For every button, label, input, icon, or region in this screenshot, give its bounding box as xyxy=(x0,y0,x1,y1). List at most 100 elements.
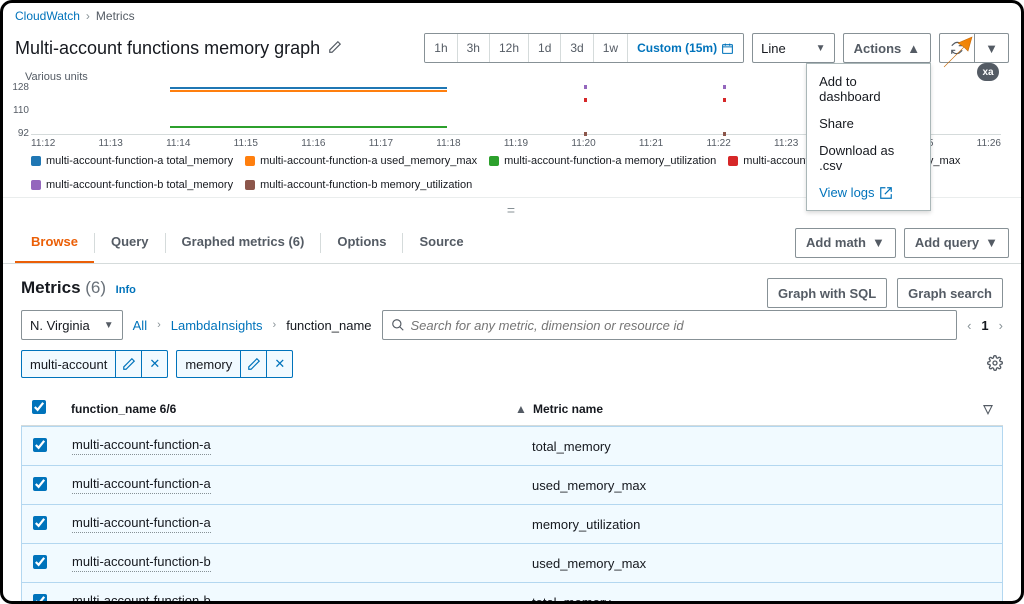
bc-dimension: function_name xyxy=(286,318,371,333)
chip-memory: memory ✕ xyxy=(176,350,293,378)
function-name-cell[interactable]: multi-account-function-a xyxy=(72,437,211,455)
next-page[interactable]: › xyxy=(999,318,1003,333)
time-1h[interactable]: 1h xyxy=(425,34,457,62)
table-row[interactable]: multi-account-function-a used_memory_max xyxy=(21,466,1003,505)
actions-dropdown: Add to dashboard Share Download as .csv … xyxy=(806,63,931,211)
info-link[interactable]: Info xyxy=(116,284,136,296)
pencil-icon xyxy=(328,40,342,54)
metric-name-cell[interactable]: memory_utilization xyxy=(532,517,640,532)
tab-query[interactable]: Query xyxy=(95,222,165,263)
legend-item[interactable]: multi-account-function-a used_memory_max xyxy=(245,155,477,167)
gear-icon xyxy=(987,355,1003,371)
chevron-right-icon: › xyxy=(86,9,90,23)
chip-edit[interactable] xyxy=(115,351,141,377)
page-title: Multi-account functions memory graph xyxy=(15,38,320,59)
add-math-button[interactable]: Add math▼ xyxy=(795,228,896,258)
caret-down-icon: ▼ xyxy=(104,320,114,331)
action-add-to-dashboard[interactable]: Add to dashboard xyxy=(807,68,930,110)
breadcrumb: CloudWatch › Metrics xyxy=(3,3,1021,29)
row-checkbox[interactable] xyxy=(33,516,47,530)
graph-search-button[interactable]: Graph search xyxy=(897,278,1003,308)
tab-source[interactable]: Source xyxy=(403,222,479,263)
chip-remove[interactable]: ✕ xyxy=(141,351,167,377)
chip-remove[interactable]: ✕ xyxy=(266,351,292,377)
time-1d[interactable]: 1d xyxy=(529,34,561,62)
function-name-cell[interactable]: multi-account-function-a xyxy=(72,515,211,533)
add-query-button[interactable]: Add query▼ xyxy=(904,228,1009,258)
metrics-table: function_name 6/6 ▲ Metric name ▽ multi-… xyxy=(21,392,1003,604)
action-download-csv[interactable]: Download as .csv xyxy=(807,137,930,179)
sort-icon[interactable]: ▲ xyxy=(509,402,533,416)
all-link[interactable]: All xyxy=(133,318,147,333)
caret-down-icon: ▼ xyxy=(872,235,885,250)
page-number: 1 xyxy=(981,318,988,333)
search-box[interactable] xyxy=(382,310,958,340)
tabs: Browse Query Graphed metrics (6) Options… xyxy=(3,222,1021,264)
legend-item[interactable]: multi-account-function-a total_memory xyxy=(31,155,233,167)
time-12h[interactable]: 12h xyxy=(490,34,529,62)
graph-with-sql-button[interactable]: Graph with SQL xyxy=(767,278,887,308)
select-all-checkbox[interactable] xyxy=(32,400,46,414)
column-options[interactable]: ▽ xyxy=(973,402,1003,416)
legend-item[interactable]: multi-account-function-b total_memory xyxy=(31,179,233,191)
function-name-cell[interactable]: multi-account-function-b xyxy=(72,554,211,572)
chevron-right-icon: › xyxy=(157,319,161,331)
caret-down-icon: ▼ xyxy=(985,41,998,56)
legend-swatch xyxy=(31,156,41,166)
prev-page[interactable]: ‹ xyxy=(967,318,971,333)
external-link-icon xyxy=(879,186,893,200)
bc-namespace[interactable]: LambdaInsights xyxy=(171,318,263,333)
time-3d[interactable]: 3d xyxy=(561,34,593,62)
actions-button[interactable]: Actions ▲ xyxy=(843,33,932,63)
time-3h[interactable]: 3h xyxy=(458,34,490,62)
settings-button[interactable] xyxy=(987,355,1003,374)
table-row[interactable]: multi-account-function-b total_memory xyxy=(21,583,1003,604)
col-metric-name[interactable]: Metric name xyxy=(533,402,973,416)
col-function-name[interactable]: function_name 6/6 xyxy=(57,402,509,416)
tab-options[interactable]: Options xyxy=(321,222,402,263)
legend-item[interactable]: multi-account-function-a memory_utilizat… xyxy=(489,155,716,167)
function-name-cell[interactable]: multi-account-function-b xyxy=(72,593,211,604)
row-checkbox[interactable] xyxy=(33,555,47,569)
refresh-button[interactable] xyxy=(939,33,975,63)
refresh-options-button[interactable]: ▼ xyxy=(975,33,1009,63)
region-select[interactable]: N. Virginia ▼ xyxy=(21,310,123,340)
breadcrumb-root[interactable]: CloudWatch xyxy=(15,9,80,23)
time-1w[interactable]: 1w xyxy=(594,34,628,62)
metric-name-cell[interactable]: used_memory_max xyxy=(532,556,646,571)
caret-up-icon: ▲ xyxy=(907,41,920,56)
legend-swatch xyxy=(728,156,738,166)
function-name-cell[interactable]: multi-account-function-a xyxy=(72,476,211,494)
metric-name-cell[interactable]: total_memory xyxy=(532,439,611,454)
calendar-icon xyxy=(721,42,734,55)
action-view-logs[interactable]: View logs xyxy=(807,179,930,206)
pencil-icon xyxy=(122,357,136,371)
metric-name-cell[interactable]: total_memory xyxy=(532,595,611,604)
chart-type-select[interactable]: Line ▼ xyxy=(752,33,834,63)
legend-item[interactable]: multi-account-function-b memory_utilizat… xyxy=(245,179,472,191)
caret-down-icon: ▼ xyxy=(816,43,826,54)
table-header: function_name 6/6 ▲ Metric name ▽ xyxy=(21,392,1003,426)
row-checkbox[interactable] xyxy=(33,438,47,452)
table-row[interactable]: multi-account-function-a total_memory xyxy=(21,427,1003,466)
chip-edit[interactable] xyxy=(240,351,266,377)
tab-graphed[interactable]: Graphed metrics (6) xyxy=(166,222,321,263)
metric-name-cell[interactable]: used_memory_max xyxy=(532,478,646,493)
legend-swatch xyxy=(245,156,255,166)
refresh-icon xyxy=(950,41,964,55)
time-range-selector[interactable]: 1h 3h 12h 1d 3d 1w Custom (15m) xyxy=(424,33,744,63)
tab-browse[interactable]: Browse xyxy=(15,222,94,263)
chevron-right-icon: › xyxy=(273,319,277,331)
action-share[interactable]: Share xyxy=(807,110,930,137)
search-input[interactable] xyxy=(411,318,949,333)
metrics-heading: Metrics (6) xyxy=(21,278,106,297)
edit-title-button[interactable] xyxy=(328,40,342,57)
row-checkbox[interactable] xyxy=(33,594,47,604)
time-custom[interactable]: Custom (15m) xyxy=(628,34,743,62)
chip-multi-account: multi-account ✕ xyxy=(21,350,168,378)
table-row[interactable]: multi-account-function-a memory_utilizati… xyxy=(21,505,1003,544)
legend-swatch xyxy=(245,180,255,190)
row-checkbox[interactable] xyxy=(33,477,47,491)
legend-swatch xyxy=(31,180,41,190)
table-row[interactable]: multi-account-function-b used_memory_max xyxy=(21,544,1003,583)
